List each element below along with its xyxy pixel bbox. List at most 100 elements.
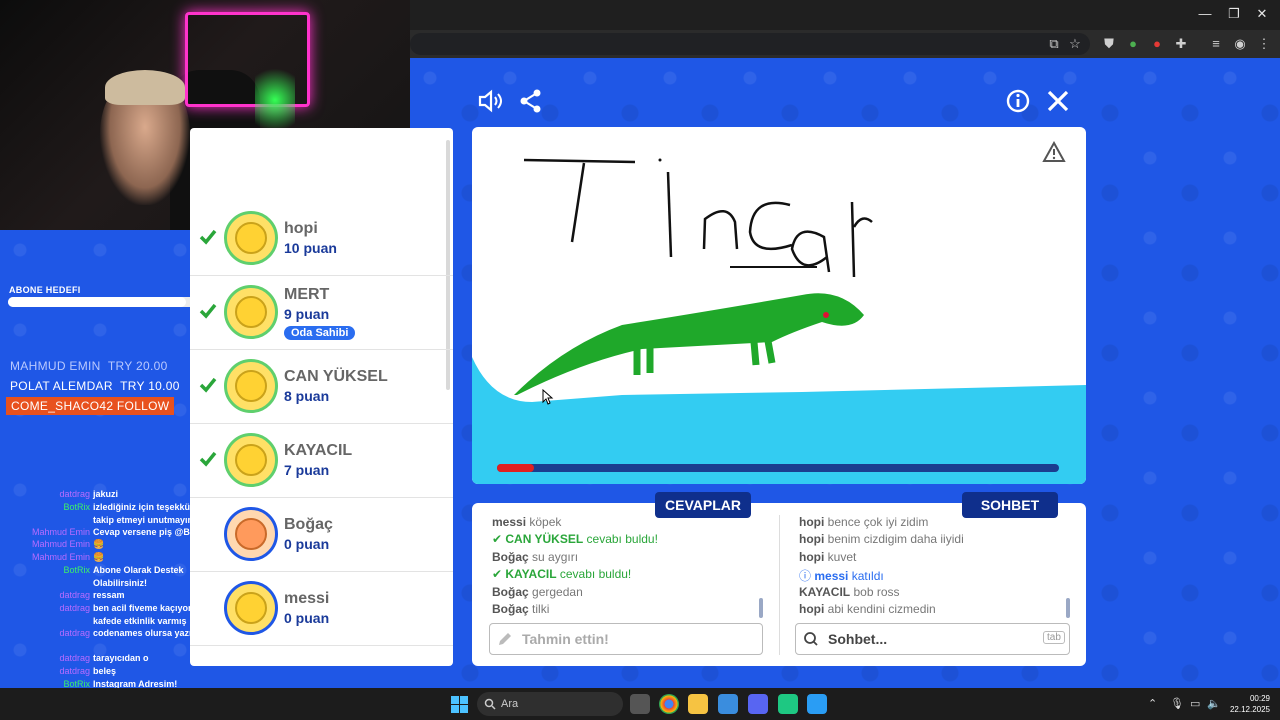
app-icon[interactable]	[718, 694, 738, 714]
found-check-icon: ✔	[492, 567, 506, 581]
guessed-check-icon	[199, 303, 217, 319]
player-avatar	[224, 433, 278, 487]
chat-message: datdrag beleş	[0, 665, 230, 678]
message-line: Boğaç gergedan	[492, 585, 583, 599]
donor-row: POLAT ALEMDAR TRY 10.00	[10, 379, 180, 393]
avatar-face	[235, 592, 267, 624]
pencil-icon	[499, 633, 511, 645]
microphone-icon[interactable]: 🎙	[1170, 697, 1184, 710]
taskbar-clock[interactable]: 00:29 22.12.2025	[1226, 693, 1270, 715]
player-name: MERT	[284, 286, 330, 303]
avatar-face	[235, 444, 267, 476]
app2-icon[interactable]	[778, 694, 798, 714]
message-text: benim cizdigim daha iiyidi	[827, 532, 964, 546]
message-text: katıldı	[851, 569, 884, 583]
address-bar[interactable]	[410, 33, 1090, 55]
maximize-icon[interactable]: ❐	[1226, 6, 1242, 22]
extension-icon[interactable]: ●	[1124, 35, 1142, 53]
discord-icon[interactable]	[748, 694, 768, 714]
guess-input[interactable]: Tahmin ettin!	[489, 623, 763, 655]
player-points: 0 puan	[284, 610, 330, 626]
chat-text: beleş	[93, 666, 117, 676]
avatar-face	[235, 370, 267, 402]
panel-divider	[779, 515, 780, 655]
taskbar-search[interactable]: Ara	[477, 692, 623, 716]
webcam-hair	[105, 70, 185, 105]
player-row[interactable]: CAN YÜKSEL 8 puan	[190, 350, 453, 424]
message-user: Boğaç	[492, 602, 529, 616]
volume-icon[interactable]: 🔈	[1207, 697, 1221, 710]
extension-red-icon[interactable]: ●	[1148, 35, 1166, 53]
tab-chat[interactable]: SOHBET	[962, 492, 1058, 518]
menu-dots-icon[interactable]: ⋮	[1255, 35, 1273, 53]
player-points: 0 puan	[284, 536, 330, 552]
message-text: bence çok iyi zidim	[827, 515, 929, 529]
message-text: su aygırı	[532, 550, 579, 564]
player-name: Boğaç	[284, 516, 333, 533]
install-icon[interactable]: ⧉	[1045, 35, 1063, 53]
file-explorer-icon[interactable]	[688, 694, 708, 714]
media-icon[interactable]: ≡	[1207, 35, 1225, 53]
avatar-face	[235, 222, 267, 254]
info-icon[interactable]	[1005, 88, 1031, 114]
chat-input[interactable]: Sohbet...	[795, 623, 1070, 655]
guessed-check-icon	[199, 229, 217, 245]
chat-username: datdrag	[59, 489, 90, 499]
chat-username: Mahmud Emin	[31, 552, 90, 562]
chat-scrollbar[interactable]	[1066, 598, 1070, 618]
report-warning-icon[interactable]	[1042, 141, 1066, 163]
minimize-icon[interactable]: —	[1197, 6, 1213, 21]
player-points: 8 puan	[284, 388, 330, 404]
network-icon[interactable]: ▭	[1190, 697, 1200, 710]
message-text: kuvet	[827, 550, 857, 564]
player-avatar	[224, 359, 278, 413]
player-points: 10 puan	[284, 240, 337, 256]
search-icon	[804, 632, 818, 646]
player-avatar	[224, 211, 278, 265]
avatar-face	[235, 296, 267, 328]
message-line: KAYACIL bob ross	[799, 585, 900, 599]
close-window-icon[interactable]: ✕	[1254, 6, 1270, 22]
sound-icon[interactable]	[477, 88, 503, 114]
windows-start-icon[interactable]	[451, 696, 468, 713]
donor-row: MAHMUD EMIN TRY 20.00	[10, 359, 168, 373]
answers-scrollbar[interactable]	[759, 598, 763, 618]
info-join-icon: ⓘ	[799, 569, 815, 583]
message-user: hopi	[799, 550, 825, 564]
chat-username: Mahmud Emin	[31, 539, 90, 549]
message-user: Boğaç	[492, 585, 529, 599]
player-row[interactable]: MERT 9 puan Oda Sahibi	[190, 276, 453, 350]
subscriber-goal-label: ABONE HEDEFI	[9, 285, 81, 295]
shield-extension-icon[interactable]: ⛊	[1100, 35, 1118, 53]
message-line: Boğaç su aygırı	[492, 550, 578, 564]
message-line: ✔ KAYACIL cevabı buldu!	[492, 567, 631, 581]
share-icon[interactable]	[518, 88, 544, 114]
player-name: messi	[284, 590, 330, 607]
chrome-icon[interactable]	[659, 694, 679, 714]
follow-alert: COME_SHACO42 FOLLOW	[6, 397, 175, 415]
close-game-icon[interactable]	[1045, 88, 1071, 114]
player-avatar	[224, 285, 278, 339]
bookmark-star-icon[interactable]: ☆	[1066, 35, 1084, 53]
player-points: 7 puan	[284, 462, 330, 478]
profile-icon[interactable]: ◉	[1231, 35, 1249, 53]
tab-answers[interactable]: CEVAPLAR	[655, 492, 751, 518]
message-user: KAYACIL	[505, 567, 557, 581]
taskbar-search-icon	[484, 698, 496, 710]
player-row[interactable]: KAYACIL 7 puan	[190, 424, 453, 498]
drawing-canvas[interactable]	[472, 127, 1086, 484]
drawing	[472, 158, 1086, 484]
tab-key-hint: tab	[1043, 631, 1065, 644]
message-user: hopi	[799, 602, 825, 616]
tray-chevron-icon[interactable]: ⌃	[1148, 697, 1157, 710]
guessed-check-icon	[199, 377, 217, 393]
player-row[interactable]: Boğaç 0 puan	[190, 498, 453, 572]
message-text: bob ross	[853, 585, 900, 599]
app3-icon[interactable]	[807, 694, 827, 714]
task-view-icon[interactable]	[630, 694, 650, 714]
player-row[interactable]: hopi 10 puan	[190, 202, 453, 276]
room-owner-badge: Oda Sahibi	[284, 326, 356, 340]
message-text: köpek	[529, 515, 562, 529]
puzzle-icon[interactable]: ✚	[1172, 35, 1190, 53]
player-row[interactable]: messi 0 puan	[190, 572, 453, 646]
